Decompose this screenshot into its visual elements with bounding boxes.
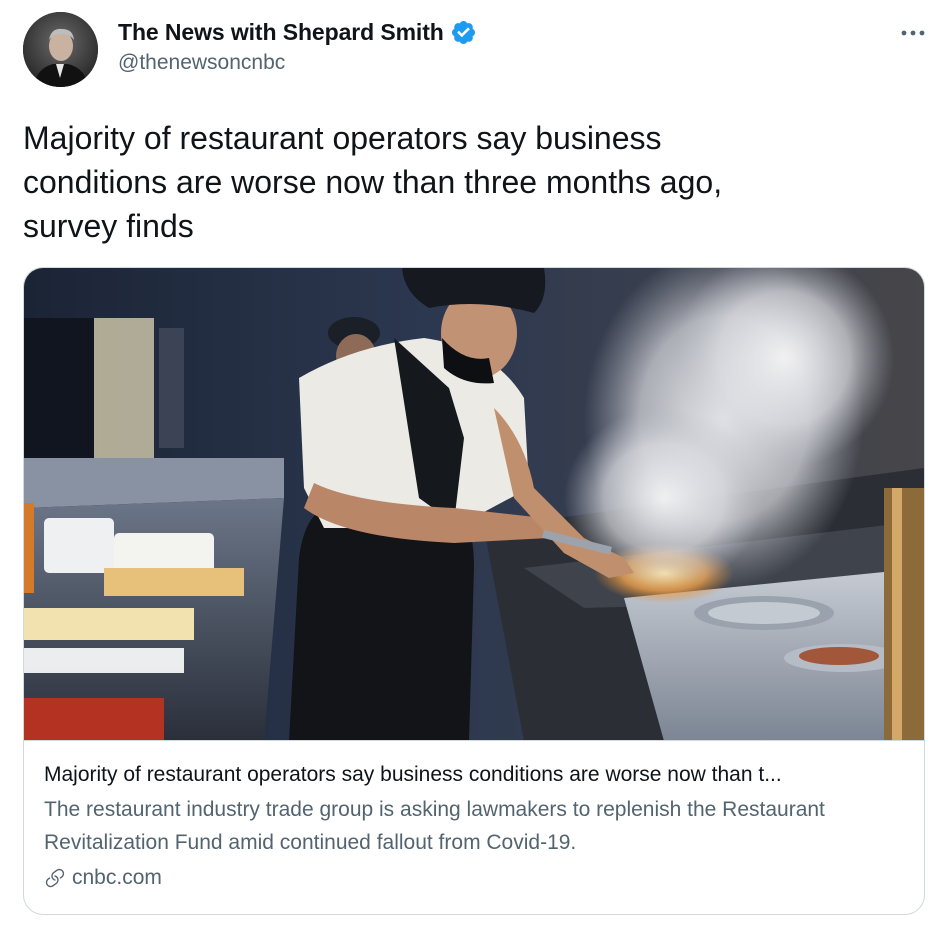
more-options-icon (901, 30, 925, 36)
link-icon (45, 868, 65, 888)
card-domain-row[interactable]: cnbc.com (44, 863, 906, 893)
card-image[interactable] (24, 268, 924, 741)
link-preview-card[interactable]: Majority of restaurant operators say bus… (23, 267, 925, 915)
tweet-text: Majority of restaurant operators say bus… (23, 120, 723, 244)
tweet: The News with Shepard Smith @thenewsoncn… (0, 0, 942, 936)
verified-badge-icon (451, 20, 475, 44)
author-avatar[interactable] (23, 12, 98, 87)
author-display-name[interactable]: The News with Shepard Smith (118, 19, 444, 46)
more-options-button[interactable] (898, 18, 928, 48)
chef-cooking-photo (24, 268, 924, 740)
card-domain[interactable]: cnbc.com (72, 863, 162, 893)
card-description: The restaurant industry trade group is a… (44, 798, 825, 854)
card-body: Majority of restaurant operators say bus… (44, 760, 906, 893)
card-title[interactable]: Majority of restaurant operators say bus… (44, 760, 906, 790)
author-handle[interactable]: @thenewsoncnbc (118, 51, 285, 75)
author-name-row: The News with Shepard Smith (118, 17, 477, 47)
avatar-photo (23, 12, 98, 87)
